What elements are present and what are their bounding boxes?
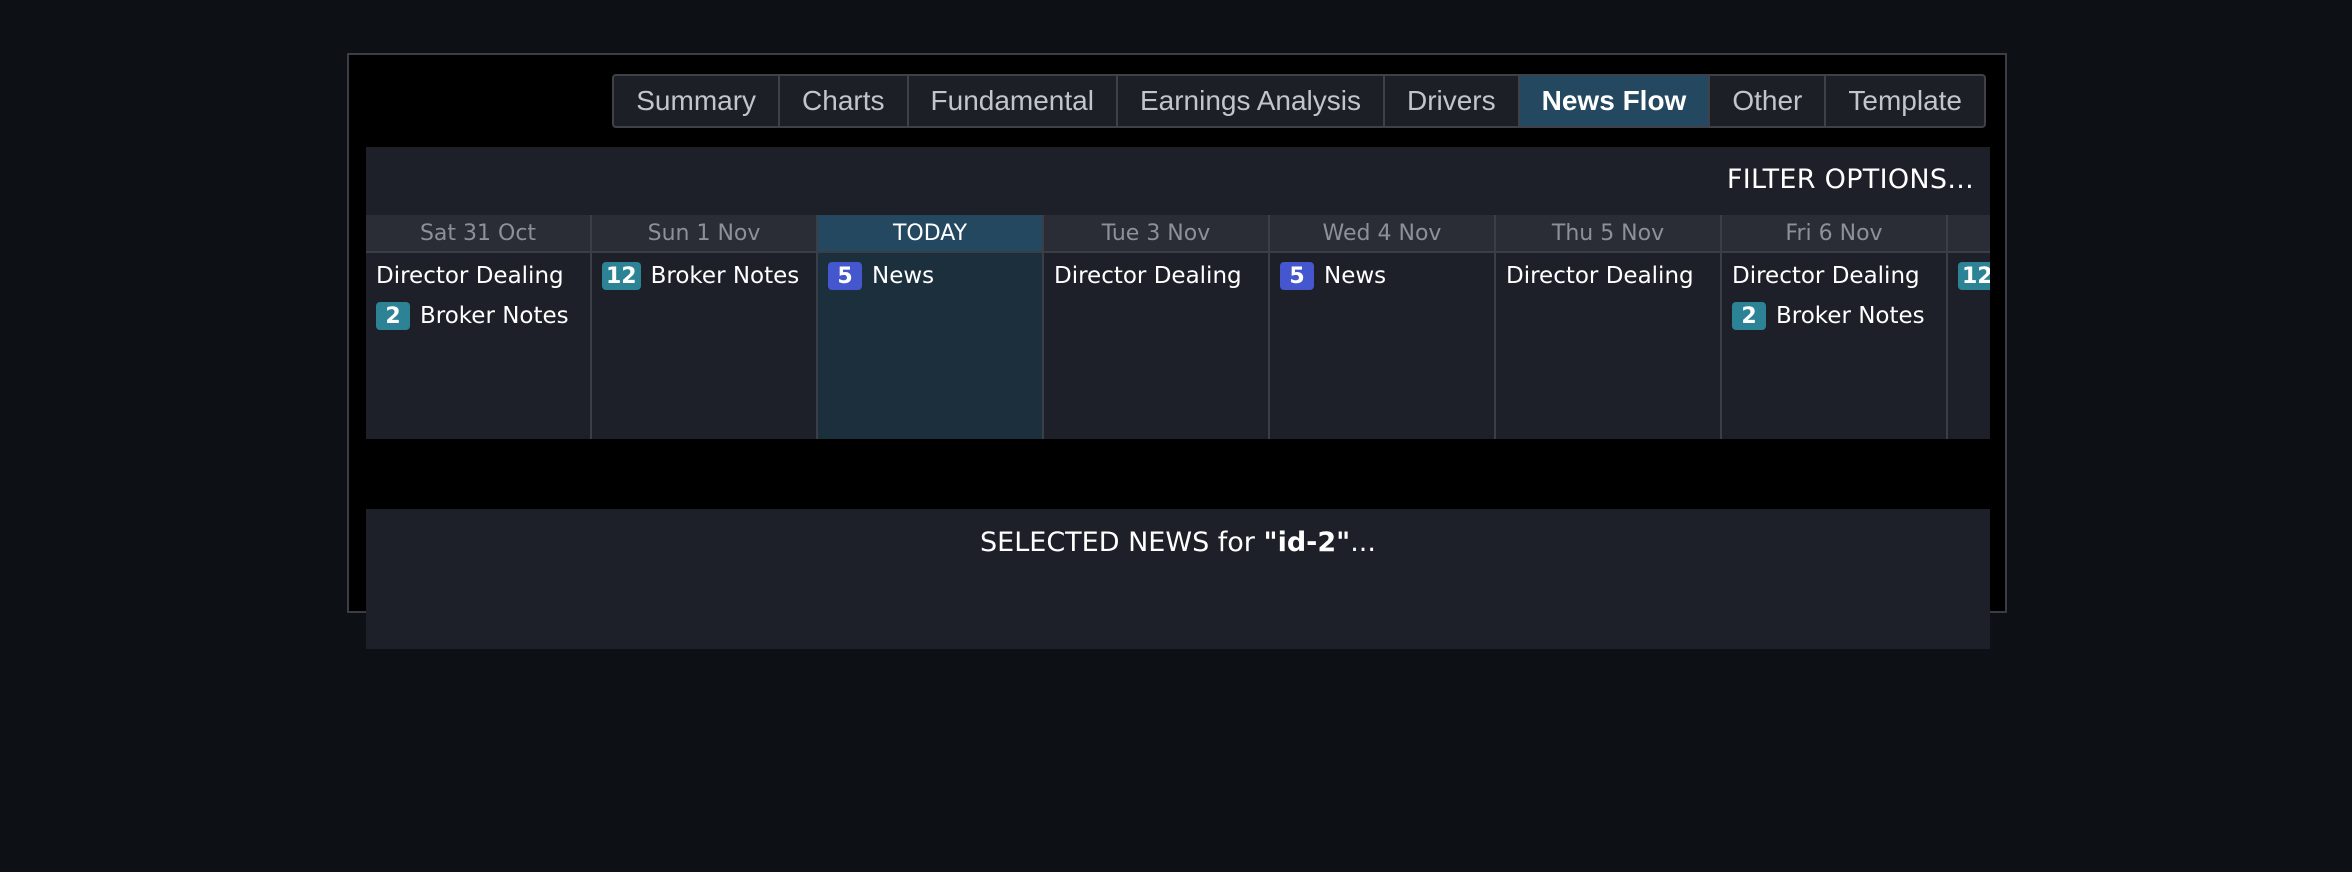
- news-item[interactable]: 5 News: [1280, 261, 1484, 291]
- day-body: 12 Broker Notes: [592, 253, 816, 291]
- day-body: 5 News: [1270, 253, 1494, 291]
- day-column: Sat 31 Oct Director Dealing 2 Broker Notes: [366, 215, 592, 439]
- news-item-label: Broker Notes: [650, 263, 800, 289]
- news-item-label: Director Dealing: [1054, 263, 1242, 289]
- day-column: Sun 1 Nov 12 Broker Notes: [592, 215, 818, 439]
- day-column: Thu 5 Nov Director Dealing: [1496, 215, 1722, 439]
- news-item[interactable]: 5 News: [828, 261, 1032, 291]
- selected-news-title: SELECTED NEWS for "id-2"...: [366, 527, 1990, 558]
- news-item[interactable]: Director Dealing: [1054, 261, 1258, 291]
- count-badge: 2: [376, 302, 410, 330]
- news-item[interactable]: Director Dealing: [1732, 261, 1936, 291]
- calendar-days: Sat 31 Oct Director Dealing 2 Broker Notes S…: [366, 215, 1990, 439]
- news-calendar-panel: FILTER OPTIONS... Sat 31 Oct Director Dea…: [366, 147, 1990, 439]
- filter-options-button[interactable]: FILTER OPTIONS...: [1727, 164, 1974, 195]
- news-item-label: Director Dealing: [1732, 263, 1920, 289]
- day-column: Wed 4 Nov 5 News: [1270, 215, 1496, 439]
- news-item-label: News: [872, 263, 935, 289]
- day-column: 12: [1948, 215, 1990, 439]
- day-header: Sat 31 Oct: [366, 215, 590, 253]
- day-column: Tue 3 Nov Director Dealing: [1044, 215, 1270, 439]
- news-item[interactable]: 2 Broker Notes: [376, 301, 580, 331]
- news-item-label: Director Dealing: [1506, 263, 1694, 289]
- day-header: [1948, 215, 1990, 253]
- news-item-label: Director Dealing: [376, 263, 564, 289]
- tab-template[interactable]: Template: [1824, 76, 1984, 126]
- day-body: 12: [1948, 253, 1990, 291]
- news-item[interactable]: Director Dealing: [1506, 261, 1710, 291]
- day-body: Director Dealing 2 Broker Notes: [366, 253, 590, 331]
- tab-drivers[interactable]: Drivers: [1382, 76, 1518, 126]
- news-item[interactable]: Director Dealing: [376, 261, 580, 291]
- day-header: TODAY: [818, 215, 1042, 253]
- day-column: Fri 6 Nov Director Dealing 2 Broker Notes: [1722, 215, 1948, 439]
- count-badge: 2: [1732, 302, 1766, 330]
- news-item-label: Broker Notes: [1776, 303, 1925, 329]
- tab-fundamental[interactable]: Fundamental: [906, 76, 1116, 126]
- count-badge: 12: [1958, 262, 1990, 290]
- count-badge: 5: [828, 262, 862, 290]
- tab-news-flow[interactable]: News Flow: [1517, 76, 1709, 126]
- day-body: Director Dealing 2 Broker Notes: [1722, 253, 1946, 331]
- news-item[interactable]: 12: [1958, 261, 1990, 291]
- selected-news-panel: SELECTED NEWS for "id-2"...: [366, 509, 1990, 649]
- day-body: 5 News: [818, 253, 1042, 291]
- tab-other[interactable]: Other: [1708, 76, 1824, 126]
- news-item-label: News: [1324, 263, 1387, 289]
- tab-charts[interactable]: Charts: [778, 76, 906, 126]
- day-column-today: TODAY 5 News: [818, 215, 1044, 439]
- day-body: Director Dealing: [1496, 253, 1720, 291]
- news-item[interactable]: 12 Broker Notes: [602, 261, 806, 291]
- selected-news-prefix: SELECTED NEWS for: [980, 527, 1264, 558]
- selected-news-suffix: ...: [1350, 527, 1376, 558]
- day-header: Fri 6 Nov: [1722, 215, 1946, 253]
- tab-earnings-analysis[interactable]: Earnings Analysis: [1115, 76, 1383, 126]
- day-body: Director Dealing: [1044, 253, 1268, 291]
- tab-bar: Summary Charts Fundamental Earnings Analysi…: [612, 74, 1986, 128]
- day-header: Sun 1 Nov: [592, 215, 816, 253]
- news-flow-widget: Summary Charts Fundamental Earnings Analysi…: [347, 53, 2007, 649]
- day-header: Thu 5 Nov: [1496, 215, 1720, 253]
- news-item-label: Broker Notes: [420, 303, 569, 329]
- news-item[interactable]: 2 Broker Notes: [1732, 301, 1936, 331]
- count-badge: 12: [602, 262, 641, 290]
- count-badge: 5: [1280, 262, 1314, 290]
- selected-news-id: "id-2": [1263, 527, 1351, 558]
- tab-summary[interactable]: Summary: [614, 76, 778, 126]
- day-header: Tue 3 Nov: [1044, 215, 1268, 253]
- day-header: Wed 4 Nov: [1270, 215, 1494, 253]
